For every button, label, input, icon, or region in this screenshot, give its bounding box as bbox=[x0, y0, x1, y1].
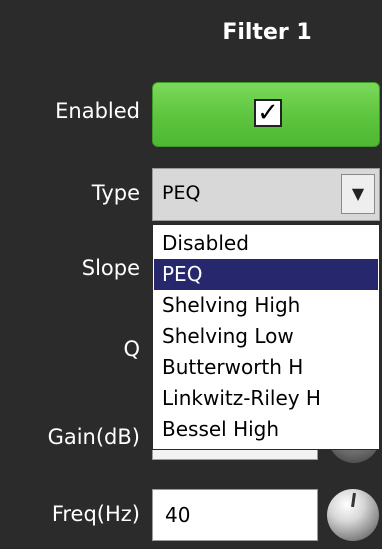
type-select-value: PEQ bbox=[162, 182, 201, 204]
type-dropdown-list: Disabled PEQ Shelving High Shelving Low … bbox=[152, 224, 380, 450]
dropdown-arrow-button[interactable]: ▼ bbox=[341, 174, 375, 214]
dropdown-option[interactable]: Disabled bbox=[154, 228, 378, 259]
filter-title: Filter 1 bbox=[222, 20, 312, 45]
filter-panel: Filter 1 Enabled ✓ Type PEQ ▼ Slope Q Ga… bbox=[0, 0, 382, 549]
gain-label: Gain(dB) bbox=[47, 425, 140, 449]
dropdown-option[interactable]: Bessel High bbox=[154, 414, 378, 445]
knob-indicator bbox=[351, 492, 356, 508]
enabled-toggle-button[interactable]: ✓ bbox=[152, 82, 380, 147]
dropdown-option[interactable]: Shelving Low bbox=[154, 321, 378, 352]
type-select[interactable]: PEQ ▼ bbox=[152, 168, 380, 221]
dropdown-option-selected[interactable]: PEQ bbox=[154, 259, 378, 290]
enabled-checkbox[interactable]: ✓ bbox=[254, 99, 282, 127]
freq-knob[interactable] bbox=[327, 489, 379, 541]
slope-label: Slope bbox=[81, 256, 140, 280]
chevron-down-icon: ▼ bbox=[351, 184, 365, 203]
type-label: Type bbox=[91, 181, 140, 205]
freq-label: Freq(Hz) bbox=[51, 502, 140, 526]
q-label: Q bbox=[123, 337, 140, 361]
dropdown-option[interactable]: Linkwitz-Riley H bbox=[154, 383, 378, 414]
check-icon: ✓ bbox=[257, 98, 279, 128]
dropdown-option[interactable]: Butterworth H bbox=[154, 352, 378, 383]
enabled-label: Enabled bbox=[55, 99, 140, 123]
freq-input[interactable]: 40 bbox=[152, 489, 318, 541]
dropdown-option[interactable]: Shelving High bbox=[154, 290, 378, 321]
